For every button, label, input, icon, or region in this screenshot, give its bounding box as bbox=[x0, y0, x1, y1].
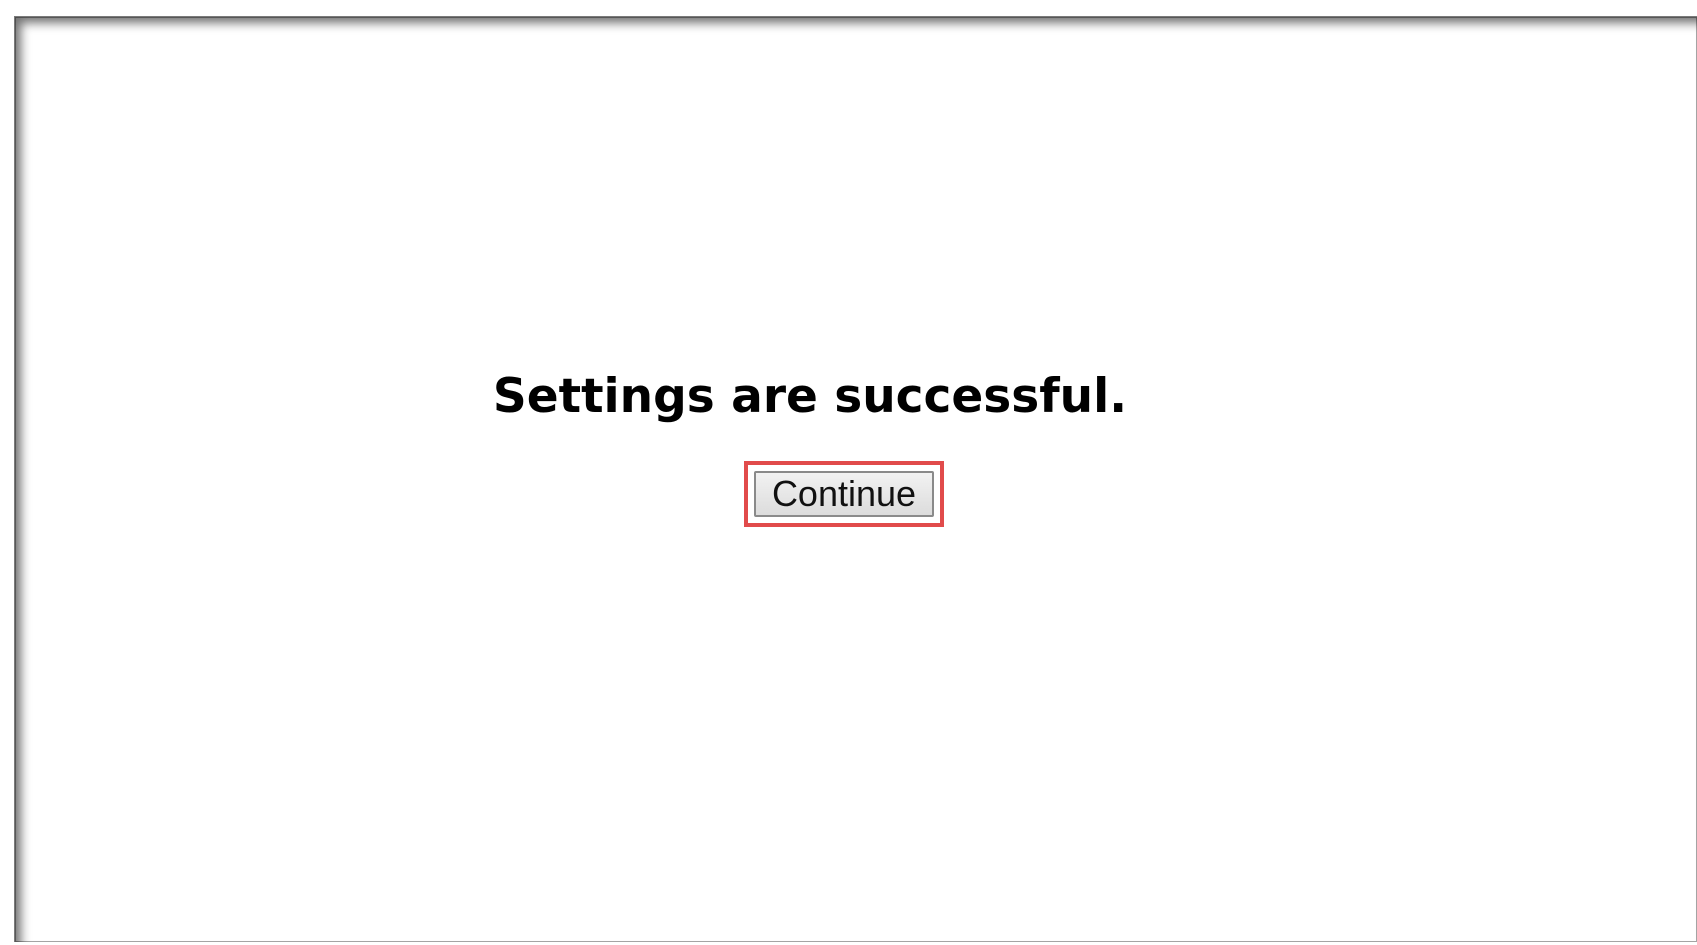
continue-button[interactable]: Continue bbox=[754, 471, 934, 517]
continue-button-highlight: Continue bbox=[744, 461, 944, 527]
success-message: Settings are successful. bbox=[492, 369, 1128, 424]
